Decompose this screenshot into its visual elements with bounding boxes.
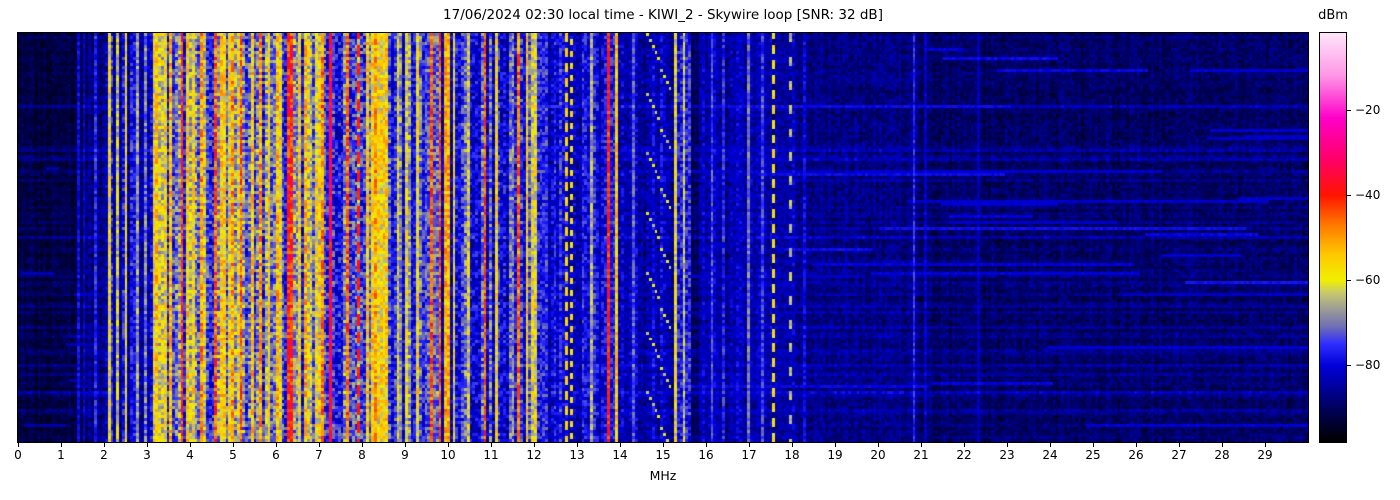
colorbar-tick-label: −60 — [1355, 273, 1381, 288]
x-tick-label: 6 — [272, 448, 280, 462]
x-tick-label: 2 — [100, 448, 108, 462]
colorbar-tick-mark — [1347, 365, 1351, 367]
x-tick-label: 13 — [569, 448, 585, 462]
x-tick-label: 11 — [483, 448, 499, 462]
x-tick-label: 12 — [526, 448, 542, 462]
x-tick-mark — [104, 443, 105, 447]
x-tick-label: 15 — [655, 448, 671, 462]
x-tick-label: 18 — [784, 448, 800, 462]
x-tick-label: 14 — [612, 448, 628, 462]
x-tick-mark — [1265, 443, 1266, 447]
x-tick-mark — [878, 443, 879, 447]
x-tick-label: 16 — [698, 448, 714, 462]
x-tick-label: 25 — [1085, 448, 1101, 462]
x-tick-mark — [362, 443, 363, 447]
x-tick-mark — [61, 443, 62, 447]
x-tick-mark — [921, 443, 922, 447]
x-tick-mark — [491, 443, 492, 447]
x-tick-label: 20 — [870, 448, 886, 462]
x-tick-mark — [1093, 443, 1094, 447]
x-tick-label: 3 — [143, 448, 151, 462]
x-axis-label: MHz — [649, 468, 677, 483]
colorbar — [1319, 32, 1347, 443]
x-tick-mark — [405, 443, 406, 447]
x-tick-mark — [233, 443, 234, 447]
spectrogram-figure: 17/06/2024 02:30 local time - KIWI_2 - S… — [0, 0, 1400, 500]
x-tick-mark — [534, 443, 535, 447]
colorbar-tick-label: −20 — [1355, 102, 1381, 117]
x-tick-mark — [1179, 443, 1180, 447]
colorbar-tick-label: −40 — [1355, 187, 1381, 202]
x-tick-label: 28 — [1214, 448, 1230, 462]
x-tick-label: 9 — [401, 448, 409, 462]
x-tick-mark — [448, 443, 449, 447]
x-tick-label: 5 — [229, 448, 237, 462]
plot-area — [17, 32, 1309, 443]
x-tick-mark — [620, 443, 621, 447]
x-tick-label: 24 — [1042, 448, 1058, 462]
x-tick-label: 26 — [1128, 448, 1144, 462]
x-tick-label: 27 — [1171, 448, 1187, 462]
x-tick-mark — [1050, 443, 1051, 447]
x-tick-mark — [964, 443, 965, 447]
x-tick-label: 7 — [315, 448, 323, 462]
x-tick-label: 4 — [186, 448, 194, 462]
x-tick-mark — [1007, 443, 1008, 447]
x-tick-label: 10 — [440, 448, 456, 462]
x-tick-mark — [319, 443, 320, 447]
colorbar-tick-mark — [1347, 109, 1351, 111]
x-tick-label: 0 — [14, 448, 22, 462]
x-tick-mark — [1222, 443, 1223, 447]
chart-title: 17/06/2024 02:30 local time - KIWI_2 - S… — [443, 7, 883, 23]
x-tick-label: 17 — [741, 448, 757, 462]
x-tick-mark — [792, 443, 793, 447]
spectrogram-canvas — [18, 33, 1308, 442]
x-tick-label: 1 — [57, 448, 65, 462]
x-tick-mark — [1136, 443, 1137, 447]
colorbar-tick-mark — [1347, 194, 1351, 196]
x-tick-mark — [749, 443, 750, 447]
x-tick-mark — [18, 443, 19, 447]
colorbar-tick-mark — [1347, 280, 1351, 282]
x-tick-mark — [147, 443, 148, 447]
x-tick-label: 29 — [1257, 448, 1273, 462]
x-tick-label: 8 — [358, 448, 366, 462]
x-tick-label: 19 — [827, 448, 843, 462]
x-tick-mark — [190, 443, 191, 447]
x-tick-mark — [276, 443, 277, 447]
x-tick-mark — [835, 443, 836, 447]
colorbar-unit-label: dBm — [1318, 8, 1348, 23]
x-tick-label: 22 — [956, 448, 972, 462]
x-tick-label: 21 — [913, 448, 929, 462]
x-tick-mark — [663, 443, 664, 447]
x-tick-label: 23 — [999, 448, 1015, 462]
colorbar-tick-label: −80 — [1355, 358, 1381, 373]
x-tick-mark — [577, 443, 578, 447]
x-tick-mark — [706, 443, 707, 447]
